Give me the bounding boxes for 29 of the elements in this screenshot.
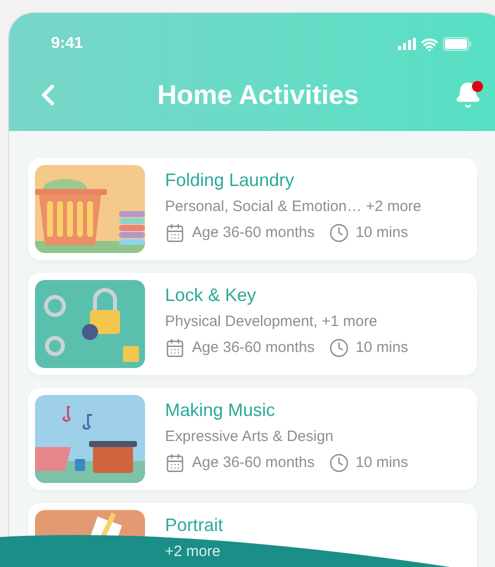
page-title: Home Activities bbox=[157, 78, 359, 112]
learning-areas: Physical Development, +1 more bbox=[165, 312, 408, 332]
calendar-icon bbox=[165, 223, 185, 243]
duration: 10 mins bbox=[356, 223, 408, 243]
age-range: Age 36-60 months bbox=[192, 223, 315, 243]
battery-icon bbox=[443, 37, 471, 51]
age-range: Age 36-60 months bbox=[192, 338, 315, 358]
activity-title: Portrait bbox=[165, 514, 224, 536]
signal-icon bbox=[398, 38, 416, 50]
calendar-icon bbox=[165, 338, 185, 358]
learning-areas: Expressive Arts & Design bbox=[165, 427, 408, 447]
activity-title: Making Music bbox=[165, 399, 276, 421]
duration: 10 mins bbox=[356, 453, 408, 473]
clock-icon bbox=[328, 453, 349, 473]
status-time: 9:41 bbox=[51, 34, 84, 54]
learning-areas: Personal, Social & Emotion… +2 more bbox=[165, 197, 422, 217]
age-range: Age 36-60 months bbox=[192, 453, 315, 473]
wifi-icon bbox=[421, 36, 438, 52]
bell-icon bbox=[454, 81, 482, 109]
learning-areas: +2 more bbox=[165, 542, 224, 562]
clock-icon bbox=[328, 338, 349, 358]
activity-title: Lock & Key bbox=[165, 284, 258, 306]
duration: 10 mins bbox=[356, 338, 408, 358]
calendar-icon bbox=[165, 453, 185, 473]
activity-title: Folding Laundry bbox=[165, 169, 296, 191]
activity-card[interactable]: Folding Laundry Personal, Social & Emotion… +2 more Age 36-60 months 10 mins bbox=[28, 158, 477, 260]
clock-icon bbox=[328, 223, 349, 243]
activity-card[interactable]: Making Music Expressive Arts & Design Age 36-60 months 10 mins bbox=[28, 388, 477, 490]
activity-card[interactable]: Lock & Key Physical Development, +1 more Age 36-60 months 10 mins bbox=[28, 273, 477, 375]
